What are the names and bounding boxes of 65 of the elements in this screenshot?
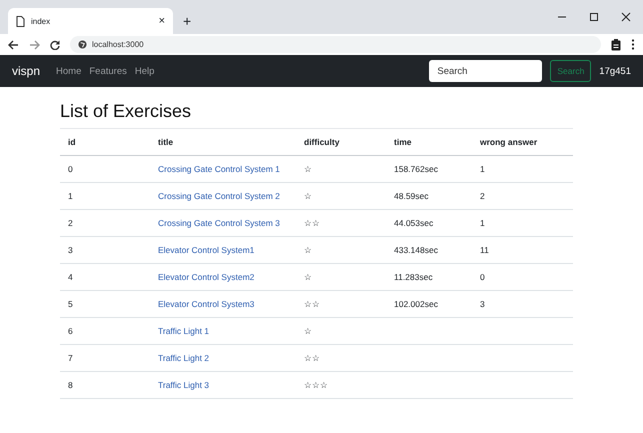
wrong-answer-cell: 1: [480, 218, 485, 228]
id-cell: 3: [68, 245, 73, 255]
exercise-link[interactable]: Elevator Control System1: [158, 245, 254, 255]
id-cell: 8: [68, 380, 73, 390]
id-cell: 2: [68, 218, 73, 228]
address-field[interactable]: localhost:3000: [70, 36, 601, 53]
close-icon[interactable]: [621, 12, 631, 22]
id-cell: 1: [68, 191, 73, 201]
nav-link[interactable]: Features: [89, 66, 127, 76]
difficulty-cell: ☆: [304, 272, 312, 282]
exercise-link[interactable]: Elevator Control System2: [158, 272, 254, 282]
exercise-link[interactable]: Elevator Control System3: [158, 299, 254, 309]
time-cell: 158.762sec: [394, 164, 438, 174]
difficulty-cell: ☆☆: [304, 218, 320, 228]
wrong-answer-cell: 2: [480, 191, 485, 201]
id-cell: 7: [68, 353, 73, 363]
page-icon: [16, 16, 25, 26]
exercise-link[interactable]: Crossing Gate Control System 2: [158, 191, 280, 201]
close-tab-button[interactable]: ×: [158, 15, 165, 27]
difficulty-cell: ☆: [304, 191, 312, 201]
wrong-answer-cell: 0: [480, 272, 485, 282]
search-button[interactable]: Search: [550, 60, 592, 82]
forward-icon[interactable]: [29, 40, 40, 50]
id-cell: 4: [68, 272, 73, 282]
difficulty-cell: ☆: [304, 326, 312, 336]
wrong-answer-cell: 11: [480, 245, 489, 255]
id-cell: 5: [68, 299, 73, 309]
time-cell: 102.002sec: [394, 299, 438, 309]
nav-link[interactable]: Help: [134, 66, 154, 76]
column-header: wrong answer: [472, 128, 573, 156]
wrong-answer-cell: 3: [480, 299, 485, 309]
column-header: time: [386, 128, 472, 156]
time-cell: 44.053sec: [394, 218, 434, 228]
difficulty-cell: ☆☆☆: [304, 380, 328, 390]
difficulty-cell: ☆☆: [304, 353, 320, 363]
column-header: difficulty: [296, 128, 386, 156]
difficulty-cell: ☆☆: [304, 299, 320, 309]
exercise-link[interactable]: Crossing Gate Control System 3: [158, 218, 280, 228]
difficulty-cell: ☆: [304, 164, 312, 174]
exercise-link[interactable]: Traffic Light 2: [158, 353, 210, 363]
id-cell: 6: [68, 326, 73, 336]
new-tab-button[interactable]: +: [183, 13, 192, 29]
page-heading: List of Exercises: [60, 101, 192, 122]
username: 17g451: [599, 66, 631, 76]
back-icon[interactable]: [8, 40, 19, 50]
time-cell: 48.59sec: [394, 191, 428, 201]
id-cell: 0: [68, 164, 73, 174]
wrong-answer-cell: 1: [480, 164, 485, 174]
search-field[interactable]: Search: [429, 60, 542, 82]
reload-icon[interactable]: [50, 40, 60, 50]
maximize-icon[interactable]: [589, 12, 599, 22]
brand-link[interactable]: vispn: [12, 64, 40, 78]
time-cell: 433.148sec: [394, 245, 438, 255]
tab-title: index: [31, 16, 52, 26]
menu-icon[interactable]: [631, 39, 635, 50]
exercise-link[interactable]: Crossing Gate Control System 1: [158, 164, 280, 174]
nav-link[interactable]: Home: [56, 66, 82, 76]
exercise-link[interactable]: Traffic Light 1: [158, 326, 210, 336]
clipboard-icon[interactable]: [611, 38, 621, 50]
time-cell: 11.283sec: [394, 272, 433, 282]
exercise-link[interactable]: Traffic Light 3: [158, 380, 210, 390]
column-header: id: [60, 128, 150, 156]
browser-tab[interactable]: index ×: [8, 8, 173, 34]
column-header: title: [150, 128, 296, 156]
difficulty-cell: ☆: [304, 245, 312, 255]
